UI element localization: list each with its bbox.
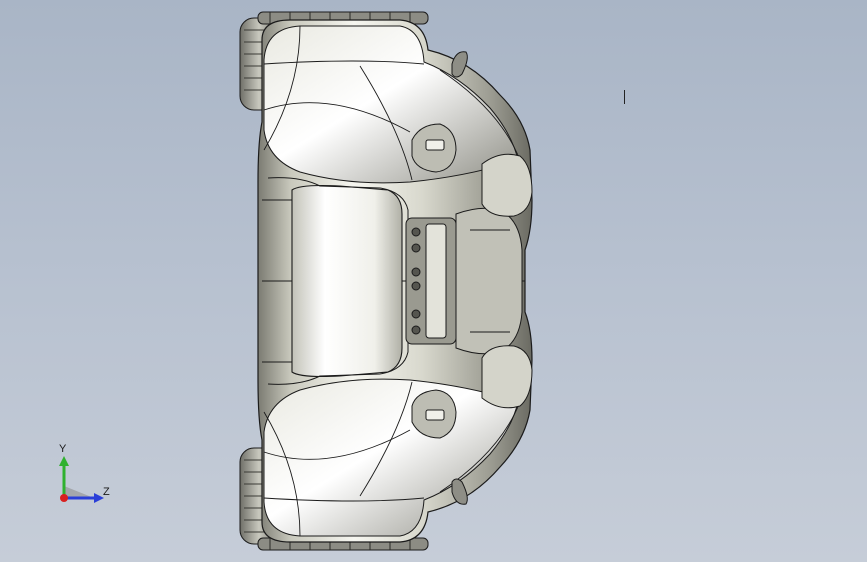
- graphics-viewport[interactable]: Y Z: [0, 0, 867, 562]
- y-axis-arrowhead: [59, 456, 69, 466]
- grab-handle-bottom: [411, 389, 457, 439]
- side-pod-top: [481, 153, 533, 217]
- side-pod-bottom: [481, 345, 533, 409]
- seat: [291, 184, 403, 378]
- grab-handle-top: [411, 123, 457, 173]
- front-fender: [263, 25, 519, 184]
- rear-fender: [263, 378, 519, 537]
- center-console: [405, 217, 457, 345]
- x-axis-dot: [60, 494, 68, 502]
- atv-model[interactable]: [0, 0, 867, 562]
- text-cursor: [624, 90, 625, 104]
- y-axis-label: Y: [59, 443, 67, 455]
- z-axis-label: Z: [103, 486, 110, 498]
